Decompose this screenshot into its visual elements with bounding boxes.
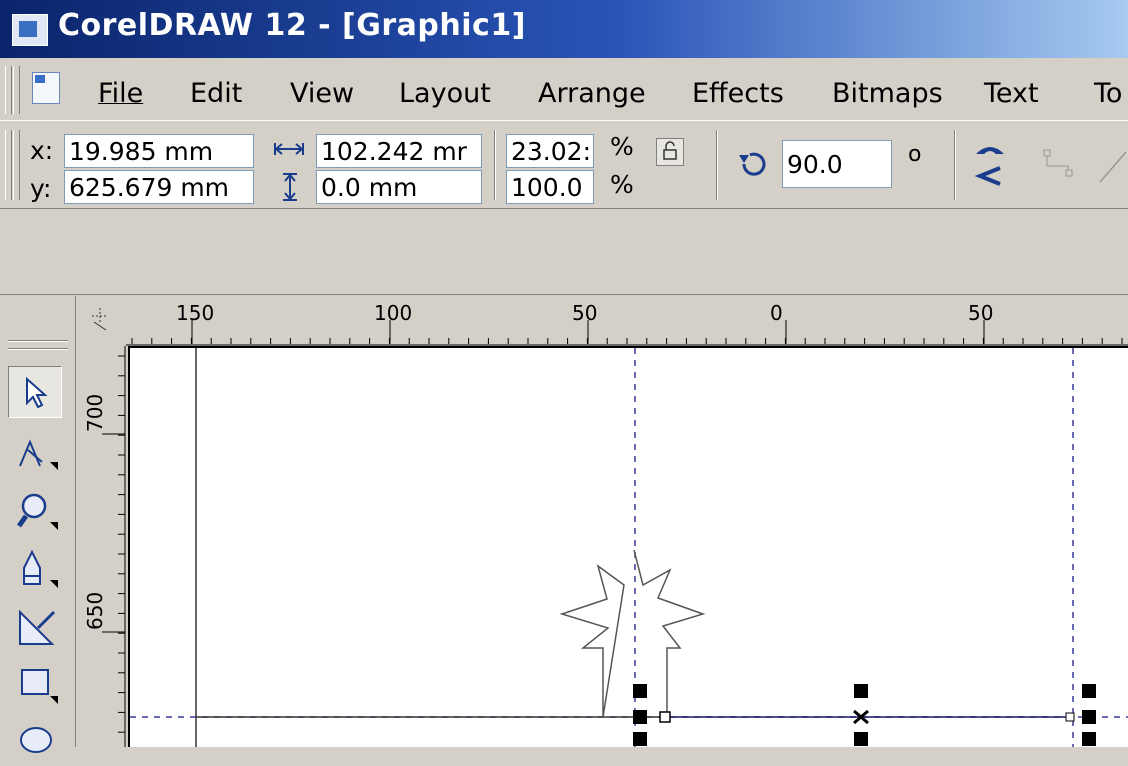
ruler-label: 50 — [572, 301, 597, 325]
zoom-tool-icon — [16, 493, 58, 530]
mirror-icon — [974, 147, 1004, 186]
document-icon[interactable] — [32, 72, 60, 104]
width-arrows-icon — [274, 138, 304, 162]
smart-fill-tool-icon — [19, 609, 56, 645]
rectangle-tool[interactable] — [8, 656, 62, 708]
handle-center-bottom — [854, 732, 868, 746]
shape-tool[interactable] — [8, 424, 62, 476]
pick-tool-icon — [26, 376, 48, 409]
smart-fill-tool[interactable] — [8, 598, 62, 650]
separator — [954, 130, 956, 200]
handle-right-middle — [1082, 710, 1096, 724]
rotate-icon — [736, 150, 770, 184]
ellipse-tool-icon — [20, 727, 52, 753]
menu-text[interactable]: Text — [984, 78, 1039, 109]
scale-y-field[interactable]: 100.0 — [506, 170, 594, 204]
menu-file-label: File — [98, 78, 144, 109]
scale-x-field[interactable]: 23.02: — [506, 134, 594, 168]
scale-x-percent: % — [610, 132, 634, 161]
height-arrows-icon — [280, 172, 300, 206]
menu-effects[interactable]: Effects — [692, 78, 784, 109]
scale-y-percent: % — [610, 170, 634, 199]
node-start — [659, 711, 671, 723]
freehand-tool[interactable] — [8, 540, 62, 592]
toolbox — [0, 296, 76, 753]
line-tool-button[interactable] — [1096, 146, 1128, 186]
toolbox-grip-2[interactable] — [8, 348, 68, 350]
drawing-content — [130, 348, 1128, 747]
degree-symbol: o — [908, 142, 922, 167]
menu-arrange[interactable]: Arrange — [538, 78, 646, 109]
handle-right-top — [1082, 684, 1096, 698]
toolbox-grip[interactable] — [8, 340, 68, 342]
menu-tools[interactable]: To — [1094, 78, 1122, 109]
ellipse-tool[interactable] — [8, 714, 62, 766]
diagonal-line-icon — [1099, 151, 1127, 183]
menu-bar-grip[interactable] — [5, 66, 12, 114]
handle-left-bottom — [633, 732, 647, 746]
menu-view[interactable]: View — [290, 78, 354, 109]
y-label: y: — [30, 174, 52, 203]
horizontal-ruler-scale: 150 100 50 0 50 — [126, 301, 1128, 346]
horizontal-ruler[interactable]: 150 100 50 0 50 — [126, 296, 1128, 346]
height-field[interactable]: 0.0 mm — [316, 170, 482, 204]
coreldraw-app-icon[interactable] — [12, 14, 48, 46]
freehand-tool-icon — [23, 549, 58, 588]
handle-left-top — [633, 684, 647, 698]
separator — [494, 130, 496, 200]
property-bar: x: y: 19.985 mm 625.679 mm 102.242 mr 0.… — [0, 122, 1128, 209]
rotation-field[interactable]: 90.0 — [782, 140, 892, 188]
property-bar-grip-2[interactable] — [13, 130, 20, 200]
ruler-label: 50 — [968, 301, 993, 325]
y-position-field[interactable]: 625.679 mm — [64, 170, 254, 204]
lock-ratio-button[interactable] — [656, 138, 684, 166]
window-title: CorelDRAW 12 - [Graphic1] — [58, 8, 526, 43]
title-bar: CorelDRAW 12 - [Graphic1] — [0, 0, 1128, 58]
menu-layout[interactable]: Layout — [399, 78, 491, 109]
menu-edit[interactable]: Edit — [190, 78, 242, 109]
ruler-origin-icon — [92, 308, 108, 331]
ruler-label: 650 — [83, 592, 107, 630]
shape-tool-icon — [19, 439, 58, 470]
toolbar-area — [0, 210, 1128, 295]
node-icon — [1043, 149, 1073, 177]
ruler-label: 100 — [374, 301, 412, 325]
menu-bar: File Edit View Layout Arrange Effects Bi… — [0, 60, 1128, 121]
menu-bitmaps[interactable]: Bitmaps — [832, 78, 943, 109]
vertical-ruler[interactable]: 700 650 — [78, 346, 126, 747]
menu-file[interactable]: File — [98, 78, 143, 109]
zoom-tool[interactable] — [8, 482, 62, 534]
ruler-origin-corner[interactable] — [78, 296, 126, 346]
pick-tool[interactable] — [8, 366, 62, 418]
ruler-label: 150 — [176, 301, 214, 325]
star-shape — [559, 549, 706, 718]
convert-to-curves-button[interactable] — [1040, 146, 1080, 186]
mirror-button[interactable] — [970, 136, 1010, 194]
ruler-label: 0 — [770, 301, 783, 325]
separator — [716, 130, 718, 200]
handle-left-middle — [633, 710, 647, 724]
vertical-ruler-scale: 700 650 — [83, 346, 126, 747]
node-end — [1065, 712, 1075, 722]
x-position-field[interactable]: 19.985 mm — [64, 134, 254, 168]
width-field[interactable]: 102.242 mr — [316, 134, 482, 168]
handle-right-bottom — [1082, 732, 1096, 746]
property-bar-grip[interactable] — [5, 130, 12, 200]
drawing-canvas[interactable] — [128, 346, 1128, 747]
menu-bar-grip-2[interactable] — [13, 66, 20, 114]
x-label: x: — [30, 136, 54, 165]
ruler-label: 700 — [83, 394, 107, 432]
rectangle-tool-icon — [21, 669, 58, 704]
handle-center-top — [854, 684, 868, 698]
lock-ratio-icon — [663, 141, 677, 160]
